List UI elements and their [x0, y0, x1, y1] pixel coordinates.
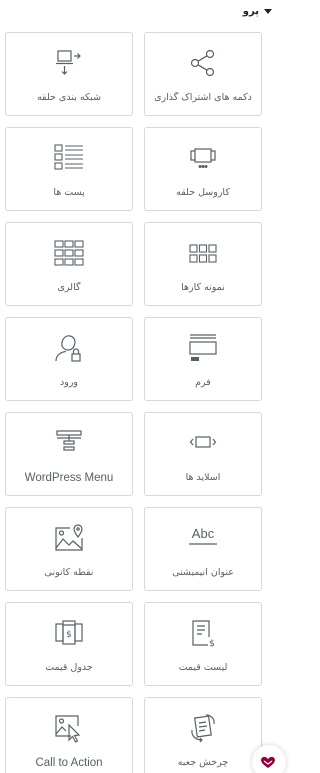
widget-label: لیست قیمت [178, 662, 228, 673]
share-icon [185, 48, 221, 78]
elementor-ai-button[interactable] [252, 745, 286, 773]
ai-logo-icon [260, 754, 276, 773]
wordpress-menu-icon [51, 428, 87, 458]
widget-flip-box[interactable]: چرخش جعبه [144, 697, 262, 773]
widget-animated-headline[interactable]: Abc عنوان انیمیشنی [144, 507, 262, 591]
widget-label: اسلاید ها [185, 472, 221, 483]
widget-label: Call to Action [35, 757, 103, 769]
widget-label: عنوان انیمیشنی [172, 567, 234, 578]
widget-price-table[interactable]: $ جدول قیمت [5, 602, 133, 686]
price-table-icon: $ [51, 618, 87, 648]
widget-call-to-action[interactable]: Call to Action [5, 697, 133, 773]
posts-icon [51, 143, 87, 173]
svg-text:$: $ [66, 630, 72, 640]
widget-label: نقطه کانونی [44, 567, 94, 578]
svg-text:$: $ [209, 639, 215, 648]
widget-hotspot[interactable]: نقطه کانونی [5, 507, 133, 591]
widget-label: WordPress Menu [24, 472, 114, 484]
animated-headline-icon: Abc [185, 523, 221, 553]
widget-loop-carousel[interactable]: کاروسل حلقه [144, 127, 262, 211]
widget-label: شبکه بندی حلقه [36, 92, 102, 103]
caret-down-icon [264, 8, 272, 14]
section-title: پرو [242, 5, 259, 17]
widget-label: کاروسل حلقه [176, 187, 230, 198]
widget-label: گالری [57, 282, 81, 293]
widget-share-buttons[interactable]: دکمه های اشتراک گذاری [144, 32, 262, 116]
portfolio-icon [185, 238, 221, 268]
login-icon [51, 333, 87, 363]
widget-label: دکمه های اشتراک گذاری [154, 92, 252, 103]
widget-slides[interactable]: اسلاید ها [144, 412, 262, 496]
widget-loop-grid[interactable]: شبکه بندی حلقه [5, 32, 133, 116]
widget-gallery[interactable]: گالری [5, 222, 133, 306]
widget-form[interactable]: فرم [144, 317, 262, 401]
widget-label: نمونه کارها [181, 282, 225, 293]
slides-icon [185, 428, 221, 458]
widget-login[interactable]: ورود [5, 317, 133, 401]
widget-label: پست ها [53, 187, 85, 198]
price-list-icon: $ [185, 618, 221, 648]
call-to-action-icon [51, 713, 87, 743]
flip-box-icon [185, 713, 221, 743]
widget-wordpress-menu[interactable]: WordPress Menu [5, 412, 133, 496]
widget-portfolio[interactable]: نمونه کارها [144, 222, 262, 306]
widget-label: جدول قیمت [45, 662, 93, 673]
form-icon [185, 333, 221, 363]
loop-grid-icon [51, 48, 87, 78]
widget-grid: شبکه بندی حلقه دکمه های اشتراک گذاری پست… [5, 32, 262, 773]
widget-label: فرم [195, 377, 211, 388]
widget-label: چرخش جعبه [177, 757, 229, 768]
svg-text:Abc: Abc [192, 526, 215, 541]
widget-label: ورود [60, 377, 78, 388]
pro-section-header[interactable]: پرو [0, 0, 282, 22]
widget-price-list[interactable]: $ لیست قیمت [144, 602, 262, 686]
widget-posts[interactable]: پست ها [5, 127, 133, 211]
gallery-icon [51, 238, 87, 268]
loop-carousel-icon [185, 143, 221, 173]
hotspot-icon [51, 523, 87, 553]
